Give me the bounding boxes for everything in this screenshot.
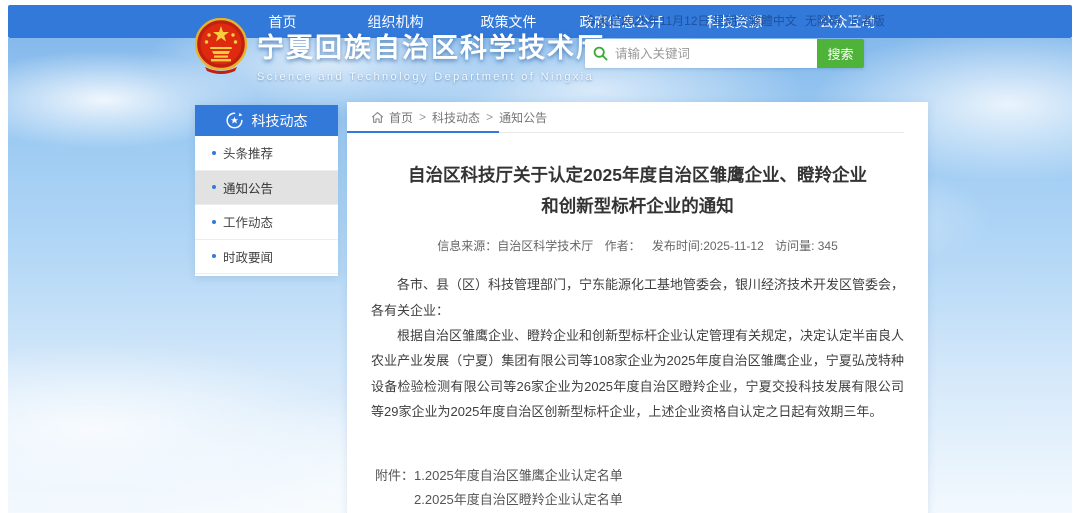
meta-source: 信息来源：自治区科学技术厅 — [437, 239, 593, 253]
breadcrumb: 首页 > 科技动态 > 通知公告 — [371, 102, 904, 133]
sidebar-item-current-politics[interactable]: 时政要闻 — [195, 240, 338, 275]
breadcrumb-separator: > — [486, 110, 493, 124]
link-traditional-chinese[interactable]: 繁體中文 — [749, 12, 797, 29]
meta-publish-time: 发布时间:2025-11-12 — [652, 239, 764, 253]
breadcrumb-active-underline — [347, 131, 499, 133]
article-title-line2: 和创新型标杆企业的通知 — [371, 191, 904, 222]
attachment-link-2[interactable]: 2.2025年度自治区瞪羚企业认定名单 — [414, 488, 662, 511]
header-right: 今天是2025年11月12日 星期三 繁體中文 无障碍 长者版 搜索 — [585, 12, 864, 68]
search-button[interactable]: 搜索 — [817, 39, 864, 68]
search-icon — [593, 46, 608, 61]
sidebar-item-label: 头条推荐 — [223, 143, 273, 162]
quick-links: 繁體中文 无障碍 长者版 — [749, 12, 885, 29]
meta-author: 作者： — [605, 239, 641, 253]
article-paragraph: 各市、县（区）科技管理部门，宁东能源化工基地管委会，银川经济技术开发区管委会，各… — [371, 272, 904, 323]
bullet-dot-icon — [212, 254, 216, 258]
attachment-link-1[interactable]: 1.2025年度自治区雏鹰企业认定名单 — [414, 464, 662, 487]
breadcrumb-home[interactable]: 首页 — [389, 109, 413, 126]
site-subtitle: Science and Technology Department of Nin… — [257, 71, 605, 83]
article-meta: 信息来源：自治区科学技术厅 作者： 发布时间:2025-11-12 访问量: 3… — [371, 237, 904, 254]
breadcrumb-sci-tech-news[interactable]: 科技动态 — [432, 109, 480, 126]
article-panel: 首页 > 科技动态 > 通知公告 自治区科技厅关于认定2025年度自治区雏鹰企业… — [347, 102, 928, 513]
sidebar-item-headlines[interactable]: 头条推荐 — [195, 136, 338, 171]
bullet-dot-icon — [212, 151, 216, 155]
breadcrumb-separator: > — [419, 110, 426, 124]
meta-visit-count: 访问量: 345 — [775, 239, 838, 253]
sidebar-item-label: 时政要闻 — [223, 247, 273, 266]
page: 首页 组织机构 政策文件 政府信息公开 科技资源 公众互动 宁夏回族自治区科学技… — [0, 0, 1080, 513]
sidebar: 科技动态 头条推荐 通知公告 工作动态 时政要闻 — [195, 105, 338, 276]
sidebar-header: 科技动态 — [195, 105, 338, 136]
current-date-text: 今天是2025年11月12日 星期三 — [585, 12, 749, 29]
article-body: 各市、县（区）科技管理部门，宁东能源化工基地管委会，银川经济技术开发区管委会，各… — [371, 272, 904, 424]
sidebar-item-notices[interactable]: 通知公告 — [195, 171, 338, 206]
attachments-label: 附件： — [375, 464, 414, 513]
article-title-line1: 自治区科技厅关于认定2025年度自治区雏鹰企业、瞪羚企业 — [371, 160, 904, 191]
sidebar-item-label: 工作动态 — [223, 212, 273, 231]
attachments-block: 附件： 1.2025年度自治区雏鹰企业认定名单 2.2025年度自治区瞪羚企业认… — [375, 464, 904, 513]
article-title: 自治区科技厅关于认定2025年度自治区雏鹰企业、瞪羚企业 和创新型标杆企业的通知 — [371, 160, 904, 221]
link-accessibility[interactable]: 无障碍 — [805, 12, 841, 29]
sidebar-item-work-news[interactable]: 工作动态 — [195, 205, 338, 240]
search-input[interactable] — [615, 47, 817, 61]
article-paragraph: 根据自治区雏鹰企业、瞪羚企业和创新型标杆企业认定管理有关规定，决定认定半亩良人农… — [371, 323, 904, 424]
site-logo-block[interactable]: 宁夏回族自治区科学技术厅 Science and Technology Depa… — [195, 18, 605, 83]
sidebar-item-label: 通知公告 — [223, 178, 273, 197]
link-elder-version[interactable]: 长者版 — [849, 12, 885, 29]
national-emblem-icon — [195, 18, 247, 74]
breadcrumb-notices[interactable]: 通知公告 — [499, 109, 547, 126]
sci-tech-news-icon — [226, 112, 243, 129]
search-bar: 搜索 — [585, 39, 864, 68]
sidebar-title: 科技动态 — [252, 111, 308, 131]
bullet-dot-icon — [212, 220, 216, 224]
site-title: 宁夏回族自治区科学技术厅 — [257, 26, 605, 65]
home-icon — [371, 111, 384, 124]
bullet-dot-icon — [212, 185, 216, 189]
